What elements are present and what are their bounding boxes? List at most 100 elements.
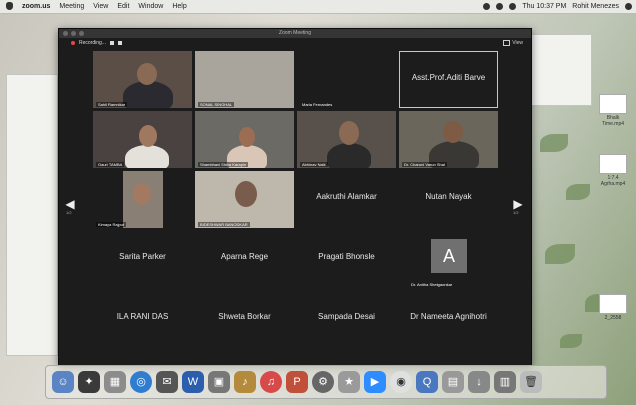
file-thumbnail bbox=[599, 294, 627, 314]
trash-icon[interactable]: 🗑 bbox=[520, 371, 542, 393]
participant-name: Abhinav Naik bbox=[300, 162, 328, 167]
search-icon[interactable] bbox=[625, 3, 632, 10]
system-preferences-icon[interactable]: ⚙ bbox=[312, 371, 334, 393]
menu-view[interactable]: View bbox=[93, 1, 108, 12]
participant-tile[interactable]: SONAL SINGHAL bbox=[195, 51, 294, 108]
pause-recording-icon[interactable] bbox=[109, 41, 114, 45]
files-icon[interactable]: ▥ bbox=[494, 371, 516, 393]
participant-name: Shambhavi Shiva Karapin bbox=[198, 162, 249, 167]
safari-icon[interactable]: ◎ bbox=[130, 371, 152, 393]
participant-tile[interactable]: Sarita Parker bbox=[93, 231, 192, 288]
participant-name: Sarita Parker bbox=[119, 252, 166, 261]
participant-tile[interactable]: Shweta Borkar bbox=[195, 291, 294, 348]
next-page-arrow-icon[interactable]: ▶ bbox=[513, 197, 523, 211]
participant-name: Pragati Bhonsle bbox=[318, 252, 375, 261]
launchpad-icon[interactable]: ✦ bbox=[78, 371, 100, 393]
next-page-label: 1/2 bbox=[513, 210, 519, 215]
status-icon[interactable] bbox=[483, 3, 491, 10]
participant-tile[interactable]: ILA RANI DAS bbox=[93, 291, 192, 348]
grid-view-icon bbox=[503, 40, 511, 46]
background-window[interactable] bbox=[530, 34, 592, 106]
desktop-file[interactable]: 2_2558 bbox=[596, 294, 630, 321]
chrome-icon[interactable]: ◉ bbox=[390, 371, 412, 393]
stop-recording-icon[interactable] bbox=[117, 41, 122, 45]
menu-edit[interactable]: Edit bbox=[117, 1, 129, 12]
plant-leaf bbox=[566, 184, 590, 200]
participant-name: Dr. Charuni Varun Shal bbox=[402, 162, 447, 167]
finder-icon[interactable]: ☺ bbox=[52, 371, 74, 393]
participant-name: Dr Nameeta Agnihotri bbox=[410, 312, 487, 321]
menu-window[interactable]: Window bbox=[138, 1, 163, 12]
participant-name: Sampada Desai bbox=[318, 312, 375, 321]
participant-name: Dr. Anitha Shetgaonkar bbox=[411, 282, 453, 287]
participant-face bbox=[239, 127, 255, 147]
participant-name: ILA RANI DAS bbox=[116, 312, 169, 321]
apple-icon[interactable] bbox=[6, 2, 13, 10]
user-name[interactable]: Rohit Menezes bbox=[572, 1, 619, 12]
itunes-icon[interactable]: ♫ bbox=[260, 371, 282, 393]
participant-tile[interactable]: Nutan Nayak bbox=[399, 171, 498, 228]
view-button[interactable]: View bbox=[503, 40, 523, 46]
plant-leaf bbox=[560, 334, 582, 348]
participant-face bbox=[139, 125, 157, 147]
participant-tile[interactable]: Shambhavi Shiva Karapin bbox=[195, 111, 294, 168]
participant-name: Asst.Prof.Aditi Barve bbox=[411, 73, 486, 82]
participant-tile[interactable]: Aakruthi Alamkar bbox=[297, 171, 396, 228]
participant-face bbox=[137, 63, 157, 85]
participant-video bbox=[123, 81, 173, 108]
participant-tile[interactable]: Sahil Ramnikar bbox=[93, 51, 192, 108]
quicktime-icon[interactable]: Q bbox=[416, 371, 438, 393]
participant-video bbox=[327, 143, 371, 168]
photos-folder-icon[interactable]: ▦ bbox=[104, 371, 126, 393]
participant-tile-active-speaker[interactable]: Asst.Prof.Aditi Barve bbox=[399, 51, 498, 108]
preview-icon[interactable]: ▤ bbox=[442, 371, 464, 393]
file-thumbnail bbox=[599, 94, 627, 114]
participant-name: Gauri TAMBA bbox=[96, 162, 125, 167]
participant-face bbox=[235, 181, 257, 207]
participant-tile[interactable]: Maria Fernandes bbox=[297, 51, 396, 108]
gallery-grid: Sahil Ramnikar SONAL SINGHAL Maria Ferna… bbox=[93, 51, 499, 363]
battery-icon[interactable] bbox=[509, 3, 517, 10]
participant-tile[interactable]: Abhinav Naik bbox=[297, 111, 396, 168]
participant-tile[interactable]: Dr. Charuni Varun Shal bbox=[399, 111, 498, 168]
downloads-folder-icon[interactable]: ↓ bbox=[468, 371, 490, 393]
recording-indicator: Recording... bbox=[71, 40, 122, 46]
mail-icon[interactable]: ✉ bbox=[156, 371, 178, 393]
clock[interactable]: Thu 10:37 PM bbox=[522, 1, 566, 12]
menu-meeting[interactable]: Meeting bbox=[59, 1, 84, 12]
participant-name: Nutan Nayak bbox=[425, 192, 472, 201]
participant-tile[interactable]: A Dr. Anitha Shetgaonkar bbox=[399, 231, 498, 288]
desktop-file[interactable]: 1:7.4 Agrha.mp4 bbox=[596, 154, 630, 187]
wifi-icon[interactable] bbox=[496, 3, 504, 10]
participant-tile[interactable]: Sampada Desai bbox=[297, 291, 396, 348]
zoom-app-icon[interactable]: ▶ bbox=[364, 371, 386, 393]
word-icon[interactable]: W bbox=[182, 371, 204, 393]
recording-label: Recording... bbox=[79, 40, 106, 46]
zoom-meeting-window: Zoom Meeting Recording... View ◀ 1/2 ▶ 1… bbox=[58, 28, 532, 366]
dock: ☺ ✦ ▦ ◎ ✉ W ▣ ♪ ♫ P ⚙ ★ ▶ ◉ Q ▤ ↓ ▥ 🗑 bbox=[45, 365, 607, 399]
menu-app-name[interactable]: zoom.us bbox=[22, 1, 50, 12]
participant-tile[interactable]: Gauri TAMBA bbox=[93, 111, 192, 168]
participant-tile[interactable]: BIDESHWAR BANODKAR bbox=[195, 171, 294, 228]
powerpoint-icon[interactable]: P bbox=[286, 371, 308, 393]
app-store-icon[interactable]: ★ bbox=[338, 371, 360, 393]
participant-video bbox=[125, 145, 169, 168]
window-title: Zoom Meeting bbox=[279, 30, 311, 36]
desktop-file[interactable]: Bhalk Time.mp4 bbox=[596, 94, 630, 127]
file-thumbnail bbox=[599, 154, 627, 174]
background-window[interactable] bbox=[6, 74, 58, 356]
garageband-icon[interactable]: ♪ bbox=[234, 371, 256, 393]
participant-name: BIDESHWAR BANODKAR bbox=[198, 222, 250, 227]
window-titlebar[interactable]: Zoom Meeting bbox=[59, 29, 531, 38]
photo-booth-icon[interactable]: ▣ bbox=[208, 371, 230, 393]
participant-tile[interactable]: Aparna Rege bbox=[195, 231, 294, 288]
prev-page-arrow-icon[interactable]: ◀ bbox=[65, 197, 75, 211]
participant-tile[interactable]: Pragati Bhonsle bbox=[297, 231, 396, 288]
plant-leaf bbox=[545, 244, 575, 264]
participant-face bbox=[133, 183, 151, 205]
menu-help[interactable]: Help bbox=[172, 1, 186, 12]
participant-tile[interactable]: Kimaya Rajput bbox=[93, 171, 192, 228]
prev-page-label: 1/2 bbox=[66, 210, 72, 215]
participant-tile[interactable]: Dr Nameeta Agnihotri bbox=[399, 291, 498, 348]
participant-name: Kimaya Rajput bbox=[96, 222, 127, 227]
